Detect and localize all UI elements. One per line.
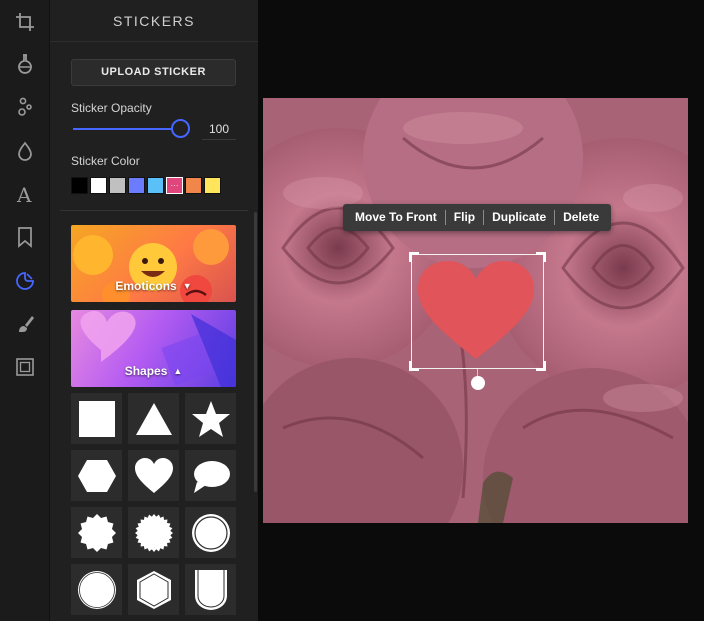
opacity-value-input[interactable]: 100 [202,118,236,140]
shape-square[interactable] [71,393,122,444]
shape-triangle[interactable] [128,393,179,444]
adjust-nodes-icon [18,97,32,116]
opacity-slider-track[interactable] [73,128,183,130]
focus-tool-button[interactable] [5,133,45,169]
svg-text:A: A [16,183,32,205]
frame-icon [16,358,34,376]
speech-bubble-icon [193,460,230,493]
color-swatch[interactable] [204,177,221,194]
text-tool-button[interactable]: A [5,176,45,212]
delete-button[interactable]: Delete [555,204,607,231]
panel-title: STICKERS [50,0,258,42]
sticker-library: Emoticons ▼ Shapes ▲ [71,225,237,621]
panel-scrollbar[interactable] [254,212,257,492]
resize-handle-bottom-right[interactable] [536,361,546,371]
shape-heart[interactable] [128,450,179,501]
triangle-icon [135,402,172,435]
adjust-tool-button[interactable] [5,89,45,125]
badge-icon [77,513,116,552]
shape-circle[interactable] [71,564,122,615]
overlay-tool-button[interactable] [5,219,45,255]
shape-badge[interactable] [71,507,122,558]
color-swatch[interactable]: ··· [166,177,183,194]
color-label: Sticker Color [71,154,140,168]
category-emoticons-label: Emoticons ▼ [115,279,192,293]
shape-shield[interactable] [185,564,236,615]
crop-icon [16,13,34,31]
chevron-up-icon: ▲ [173,366,183,376]
circle-icon [77,570,116,609]
upload-sticker-button[interactable]: UPLOAD STICKER [71,59,236,86]
brush-icon [19,316,34,332]
sticker-context-toolbar: Move To Front Flip Duplicate Delete [343,204,612,231]
shape-seal[interactable] [128,507,179,558]
square-icon [78,400,115,437]
hexagon-outline-icon [136,570,171,609]
selection-box[interactable] [409,252,546,371]
rotate-handle[interactable] [471,376,485,390]
duplicate-button[interactable]: Duplicate [484,204,554,231]
frame-tool-button[interactable] [5,349,45,385]
resize-handle-top-right[interactable] [536,252,546,262]
seal-icon [134,513,173,552]
color-swatch[interactable] [90,177,107,194]
category-shapes-label: Shapes ▲ [124,364,183,378]
brush-tool-button[interactable] [5,306,45,342]
shape-hexagon[interactable] [71,450,122,501]
text-icon: A [16,183,32,205]
tool-rail: A [0,0,50,621]
move-to-front-button[interactable]: Move To Front [347,204,445,231]
opacity-label: Sticker Opacity [71,101,152,115]
category-emoticons[interactable]: Emoticons ▼ [71,225,236,302]
shape-speech-bubble[interactable] [185,450,236,501]
color-swatches: ··· [71,177,221,194]
stickers-panel: STICKERS UPLOAD STICKER Sticker Opacity … [50,0,258,621]
color-swatch[interactable] [185,177,202,194]
filter-flask-icon [18,54,32,74]
crop-tool-button[interactable] [5,4,45,40]
star-icon [191,400,230,437]
panel-divider [60,210,248,211]
resize-handle-bottom-left[interactable] [409,361,419,371]
color-swatch[interactable] [109,177,126,194]
hexagon-icon [77,459,116,492]
resize-handle-top-left[interactable] [409,252,419,262]
chevron-down-icon: ▼ [182,281,192,291]
color-swatch[interactable] [128,177,145,194]
color-swatch[interactable] [71,177,88,194]
circle-ring-icon [191,513,230,552]
shape-hexagon-outline[interactable] [128,564,179,615]
shield-icon [194,569,227,610]
shape-circle-ring[interactable] [185,507,236,558]
shape-star[interactable] [185,393,236,444]
heart-icon [134,457,173,493]
color-swatch[interactable] [147,177,164,194]
sticker-tool-button[interactable] [5,263,45,299]
drop-icon [18,141,32,161]
flip-button[interactable]: Flip [446,204,483,231]
category-shapes[interactable]: Shapes ▲ [71,310,236,387]
filter-tool-button[interactable] [5,46,45,82]
bookmark-icon [18,227,32,248]
opacity-slider-handle[interactable] [171,119,190,138]
sticker-icon [16,272,34,290]
